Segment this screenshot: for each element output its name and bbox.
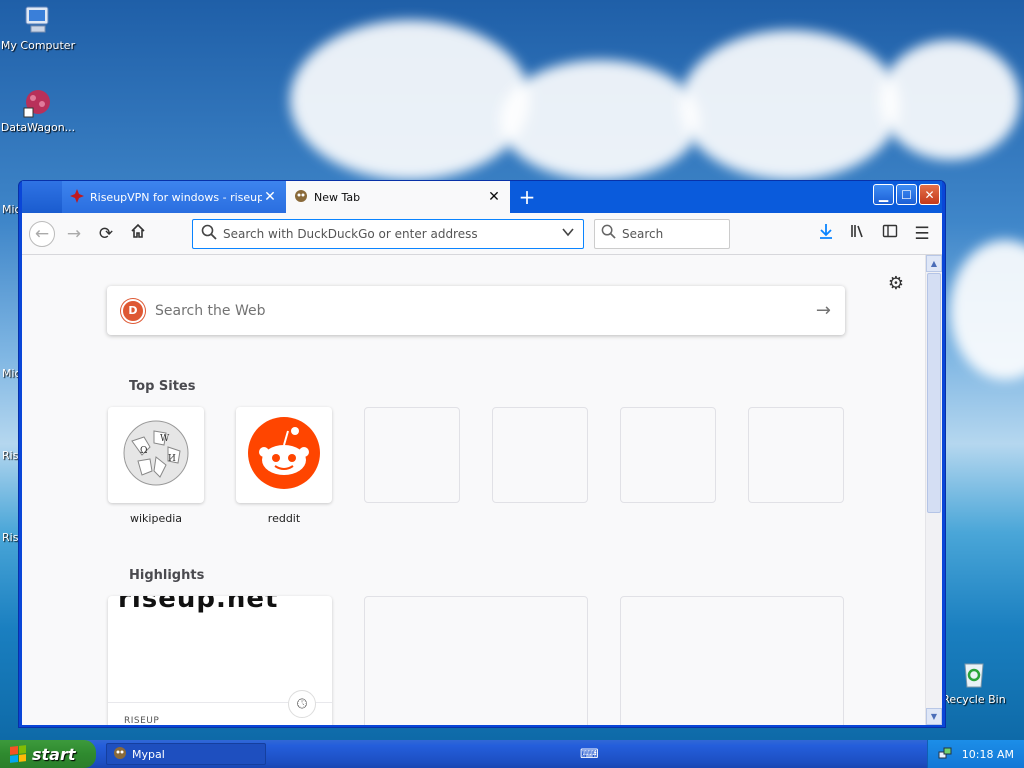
highlights-title: Highlights [129, 568, 205, 583]
home-icon [130, 223, 146, 244]
keyboard-icon[interactable]: ⌨ [580, 747, 599, 762]
svg-text:W: W [160, 434, 170, 444]
mypal-favicon-icon [294, 189, 308, 206]
clock-icon: 🕓︎ [288, 690, 316, 718]
top-site-reddit[interactable] [236, 407, 332, 503]
highlight-preview-image: riseup.net [118, 596, 279, 614]
system-tray: 10:18 AM [926, 740, 1024, 768]
reload-icon: ⟳ [98, 223, 114, 244]
minimize-button[interactable]: ▁ [873, 184, 894, 205]
start-label: start [32, 744, 76, 764]
window-controls: ▁ ☐ ✕ [873, 184, 940, 205]
maximize-button[interactable]: ☐ [896, 184, 917, 205]
clock: 10:18 AM [961, 747, 1014, 761]
web-search-input[interactable] [155, 302, 816, 319]
back-button[interactable]: ← [26, 218, 58, 250]
highlight-card-empty[interactable] [364, 596, 588, 725]
desktop-icon-label: DataWagon... [0, 121, 76, 134]
top-site-empty[interactable] [748, 407, 844, 503]
tab-riseupvpn[interactable]: RiseupVPN for windows - riseup.net ✕ [62, 181, 286, 213]
tab-new-tab[interactable]: New Tab ✕ [286, 181, 510, 213]
desktop-icon-recycle-bin[interactable]: Recycle Bin [936, 658, 1012, 706]
search-bar[interactable] [594, 218, 772, 249]
riseup-favicon-icon [70, 188, 84, 206]
desktop-icon-label: Recycle Bin [942, 693, 1006, 706]
scroll-down-icon[interactable]: ▼ [926, 708, 942, 725]
highlight-card-empty[interactable] [620, 596, 844, 725]
desktop-icon-my-computer[interactable]: My Computer [0, 4, 76, 52]
arrow-right-icon[interactable]: → [816, 300, 831, 321]
library-icon [850, 223, 866, 244]
forward-arrow-icon: → [66, 223, 82, 244]
url-bar[interactable] [192, 218, 584, 249]
top-site-label: wikipedia [129, 512, 182, 525]
highlight-source: RISEUP [124, 716, 160, 725]
forward-button[interactable]: → [58, 218, 90, 250]
windows-logo-icon [10, 745, 26, 763]
search-input[interactable] [622, 226, 772, 241]
top-site-wikipedia[interactable]: Ω WИ [108, 407, 204, 503]
home-button[interactable] [122, 218, 154, 250]
close-window-button[interactable]: ✕ [919, 184, 940, 205]
top-sites-title: Top Sites [129, 379, 196, 394]
newtab-page: ⚙ D → Top Sites Ω WИ wikipedia reddit Hig… [22, 255, 942, 725]
top-site-label: reddit [267, 512, 301, 525]
taskbar-item-mypal[interactable]: Mypal [106, 743, 266, 765]
vertical-scrollbar[interactable]: ▲ ▼ [925, 255, 942, 725]
menu-button[interactable]: ☰ [906, 218, 938, 250]
library-button[interactable] [842, 218, 874, 250]
tab-bar: RiseupVPN for windows - riseup.net ✕ New… [22, 181, 942, 213]
scroll-up-icon[interactable]: ▲ [926, 255, 942, 272]
gear-icon[interactable]: ⚙ [888, 273, 904, 294]
top-site-empty[interactable] [364, 407, 460, 503]
sidebar-icon [882, 223, 898, 244]
wikipedia-globe-icon: Ω WИ [120, 417, 192, 493]
start-button[interactable]: start [0, 740, 96, 768]
reddit-logo-icon [247, 416, 321, 494]
search-icon [201, 224, 217, 244]
top-site-empty[interactable] [620, 407, 716, 503]
scroll-thumb[interactable] [927, 273, 941, 513]
desktop-icon-label: My Computer [0, 39, 76, 52]
taskbar: start Mypal ⌨ 10:18 AM [0, 740, 1024, 768]
recycle-bin-icon [958, 658, 990, 690]
tab-label: New Tab [314, 190, 361, 204]
computer-icon [22, 4, 54, 36]
top-site-empty[interactable] [492, 407, 588, 503]
back-arrow-icon: ← [29, 220, 55, 247]
web-search-box[interactable]: D → [107, 286, 845, 335]
datawagon-icon [22, 86, 54, 118]
downloads-button[interactable] [810, 218, 842, 250]
desktop-icon-datawagon[interactable]: DataWagon... [0, 86, 76, 134]
reload-button[interactable]: ⟳ [90, 218, 122, 250]
sidebar-toggle-button[interactable] [874, 218, 906, 250]
desktop-icon-partial[interactable]: Ris [2, 449, 18, 462]
plus-icon: + [518, 185, 536, 209]
taskbar-item-label: Mypal [132, 747, 165, 761]
duckduckgo-logo-icon: D [121, 298, 145, 323]
svg-text:И: И [168, 454, 176, 464]
download-icon [818, 223, 834, 244]
close-icon[interactable]: ✕ [262, 189, 278, 205]
highlight-card-riseup[interactable]: riseup.net 🕓︎ RISEUP [108, 596, 332, 725]
nav-toolbar: ← → ⟳ Search with DuckDuckGo or enter ad… [22, 213, 942, 255]
new-tab-button[interactable]: + [510, 181, 544, 213]
network-icon[interactable] [938, 746, 952, 763]
close-icon[interactable]: ✕ [486, 189, 502, 205]
desktop-icon-partial[interactable]: Ris [2, 531, 18, 544]
hamburger-menu-icon: ☰ [914, 223, 930, 244]
tab-label: RiseupVPN for windows - riseup.net [90, 190, 262, 204]
svg-text:Ω: Ω [140, 446, 147, 456]
chevron-down-icon[interactable] [561, 224, 575, 243]
search-icon [601, 224, 616, 243]
browser-window: RiseupVPN for windows - riseup.net ✕ New… [18, 180, 946, 728]
mypal-icon [113, 746, 127, 763]
url-input[interactable] [223, 226, 561, 241]
